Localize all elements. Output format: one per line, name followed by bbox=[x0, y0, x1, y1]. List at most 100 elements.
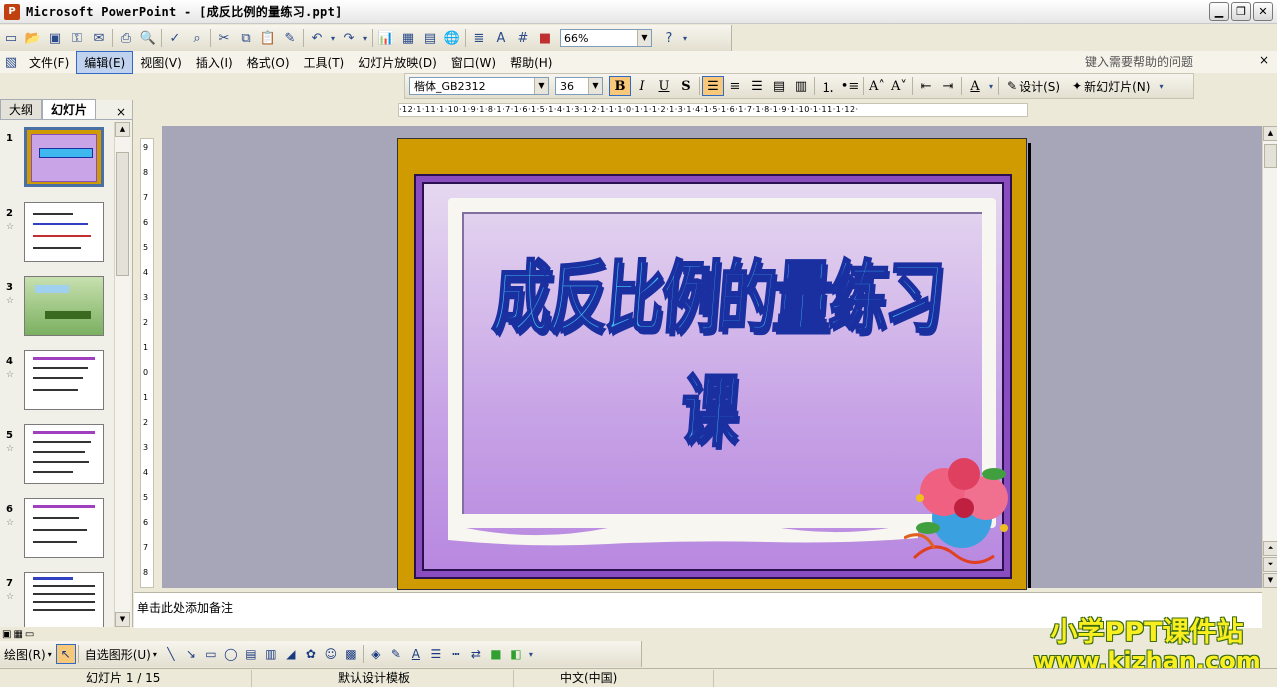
menu-insert[interactable]: 插入(I) bbox=[189, 52, 240, 73]
toolbar-options-icon[interactable]: ▾ bbox=[1156, 75, 1166, 97]
show-formatting-icon[interactable]: A bbox=[490, 27, 512, 49]
slide-thumbnail-1[interactable] bbox=[24, 127, 104, 187]
hyperlink-icon[interactable]: 🌐 bbox=[441, 27, 463, 49]
menu-slideshow[interactable]: 幻灯片放映(D) bbox=[351, 52, 444, 73]
numbering-icon[interactable]: ⒈ bbox=[817, 76, 839, 96]
arrow-icon[interactable]: ↘ bbox=[181, 644, 201, 664]
decrease-indent-icon[interactable]: ⇤ bbox=[915, 76, 937, 96]
powerpoint-app-icon[interactable]: P bbox=[4, 3, 20, 20]
menu-tools[interactable]: 工具(T) bbox=[297, 52, 352, 73]
arrow-style-icon[interactable]: ⇄ bbox=[466, 644, 486, 664]
scroll-thumb[interactable] bbox=[1264, 144, 1277, 168]
toolbar-options-icon[interactable]: ▾ bbox=[526, 643, 536, 665]
vertical-textbox-icon[interactable]: ▥ bbox=[261, 644, 281, 664]
dash-style-icon[interactable]: ┅ bbox=[446, 644, 466, 664]
slide-editing-canvas[interactable]: 成反比例的量练习课 bbox=[162, 126, 1262, 590]
chevron-down-icon[interactable]: ▼ bbox=[588, 78, 602, 94]
undo-icon[interactable]: ↶ bbox=[306, 27, 328, 49]
toolbar-options-icon[interactable]: ▾ bbox=[680, 27, 690, 49]
tab-outline[interactable]: 大纲 bbox=[0, 99, 43, 119]
new-slide-button[interactable]: ✦ 新幻灯片(N) bbox=[1072, 78, 1150, 95]
font-color-dropdown-icon[interactable]: ▾ bbox=[986, 75, 996, 97]
line-icon[interactable]: ╲ bbox=[161, 644, 181, 664]
current-slide[interactable]: 成反比例的量练习课 bbox=[397, 138, 1027, 590]
italic-button[interactable]: I bbox=[631, 76, 653, 96]
bullets-icon[interactable]: •≡ bbox=[839, 76, 861, 96]
menu-help[interactable]: 帮助(H) bbox=[503, 52, 559, 73]
chart-icon[interactable]: 📊 bbox=[375, 27, 397, 49]
line-color-icon[interactable]: ✎ bbox=[386, 644, 406, 664]
font-color-icon[interactable]: A bbox=[964, 76, 986, 96]
open-icon[interactable]: 📂 bbox=[22, 27, 44, 49]
align-left-icon[interactable]: ☰ bbox=[702, 76, 724, 96]
slide-thumbnail-4[interactable] bbox=[24, 350, 104, 410]
horizontal-ruler[interactable]: ·12·1·11·1·10·1·9·1·8·1·7·1·6·1·5·1·4·1·… bbox=[398, 103, 1028, 117]
close-button[interactable]: ✕ bbox=[1253, 2, 1273, 21]
slide-thumbnail-3[interactable] bbox=[24, 276, 104, 336]
autoshapes-menu-button[interactable]: 自选图形(U) ▾ bbox=[85, 646, 157, 663]
vertical-ruler[interactable]: 9 8 7 6 5 4 3 2 1 0 1 2 3 4 5 6 7 8 bbox=[140, 138, 154, 588]
picture-icon[interactable]: ▩ bbox=[341, 644, 361, 664]
diagram-icon[interactable]: ✿ bbox=[301, 644, 321, 664]
clipart-icon[interactable]: ☺ bbox=[321, 644, 341, 664]
slide-thumbnail-2[interactable] bbox=[24, 202, 104, 262]
tables-borders-icon[interactable]: ▤ bbox=[419, 27, 441, 49]
chevron-down-icon[interactable]: ▼ bbox=[534, 78, 548, 94]
document-icon[interactable]: ▧ bbox=[0, 51, 22, 73]
undo-dropdown-icon[interactable]: ▾ bbox=[328, 27, 338, 49]
scroll-down-icon[interactable]: ▼ bbox=[1263, 573, 1277, 588]
print-icon[interactable]: ⎙ bbox=[115, 27, 137, 49]
increase-indent-icon[interactable]: ⇥ bbox=[937, 76, 959, 96]
menu-format[interactable]: 格式(O) bbox=[240, 52, 297, 73]
oval-icon[interactable]: ◯ bbox=[221, 644, 241, 664]
chevron-down-icon[interactable]: ▼ bbox=[637, 30, 651, 46]
document-close-button[interactable]: × bbox=[1259, 53, 1269, 67]
scroll-up-icon[interactable]: ▲ bbox=[115, 122, 130, 137]
previous-slide-icon[interactable]: ⏶ bbox=[1263, 541, 1277, 556]
textbox-icon[interactable]: ▤ bbox=[241, 644, 261, 664]
menu-edit[interactable]: 编辑(E) bbox=[76, 50, 134, 74]
slide-title-wordart[interactable]: 成反比例的量练习课 bbox=[475, 235, 953, 462]
draw-menu-button[interactable]: 绘图(R) ▾ bbox=[4, 646, 52, 663]
redo-dropdown-icon[interactable]: ▾ bbox=[360, 27, 370, 49]
minimize-button[interactable]: ▁ bbox=[1209, 2, 1229, 21]
redo-icon[interactable]: ↷ bbox=[338, 27, 360, 49]
pane-close-button[interactable]: × bbox=[116, 105, 126, 119]
shadow-style-icon[interactable]: ■ bbox=[486, 644, 506, 664]
table-icon[interactable]: ▦ bbox=[397, 27, 419, 49]
slide-sorter-icon[interactable]: ▦ bbox=[13, 629, 22, 640]
slide-scrollbar[interactable]: ▲ ⏶ ⏷ ▼ bbox=[1262, 126, 1277, 588]
scroll-thumb[interactable] bbox=[116, 152, 129, 276]
decrease-font-icon[interactable]: A˅ bbox=[888, 76, 910, 96]
research-icon[interactable]: ⌕ bbox=[186, 27, 208, 49]
design-button[interactable]: ✎ 设计(S) bbox=[1007, 78, 1060, 95]
scroll-up-icon[interactable]: ▲ bbox=[1263, 126, 1277, 141]
zoom-combo[interactable]: 66% ▼ bbox=[560, 29, 652, 47]
normal-view-icon[interactable]: ▣ bbox=[2, 629, 11, 640]
help-icon[interactable]: ? bbox=[658, 27, 680, 49]
bold-button[interactable]: B bbox=[609, 76, 631, 96]
permission-icon[interactable]: ⚿ bbox=[66, 27, 88, 49]
font-color-icon[interactable]: A bbox=[406, 644, 426, 664]
slide-thumbnail-7[interactable] bbox=[24, 572, 104, 627]
menu-window[interactable]: 窗口(W) bbox=[444, 52, 503, 73]
justify-icon[interactable]: ▤ bbox=[768, 76, 790, 96]
help-question-box[interactable]: 键入需要帮助的问题 bbox=[1085, 53, 1193, 70]
grid-icon[interactable]: # bbox=[512, 27, 534, 49]
paste-icon[interactable]: 📋 bbox=[257, 27, 279, 49]
tab-slides[interactable]: 幻灯片 bbox=[42, 99, 97, 119]
format-painter-icon[interactable]: ✎ bbox=[279, 27, 301, 49]
print-preview-icon[interactable]: 🔍 bbox=[137, 27, 159, 49]
align-right-icon[interactable]: ☰ bbox=[746, 76, 768, 96]
font-combo[interactable]: 楷体_GB2312 ▼ bbox=[409, 77, 549, 95]
restore-button[interactable]: ❐ bbox=[1231, 2, 1251, 21]
increase-font-icon[interactable]: A˄ bbox=[866, 76, 888, 96]
menu-view[interactable]: 视图(V) bbox=[133, 52, 189, 73]
slide-thumbnail-5[interactable] bbox=[24, 424, 104, 484]
new-icon[interactable]: ▭ bbox=[0, 27, 22, 49]
slideshow-view-icon[interactable]: ▭ bbox=[25, 629, 34, 640]
slide-thumbnail-6[interactable] bbox=[24, 498, 104, 558]
underline-button[interactable]: U bbox=[653, 76, 675, 96]
font-size-combo[interactable]: 36 ▼ bbox=[555, 77, 603, 95]
fill-color-icon[interactable]: ◈ bbox=[366, 644, 386, 664]
